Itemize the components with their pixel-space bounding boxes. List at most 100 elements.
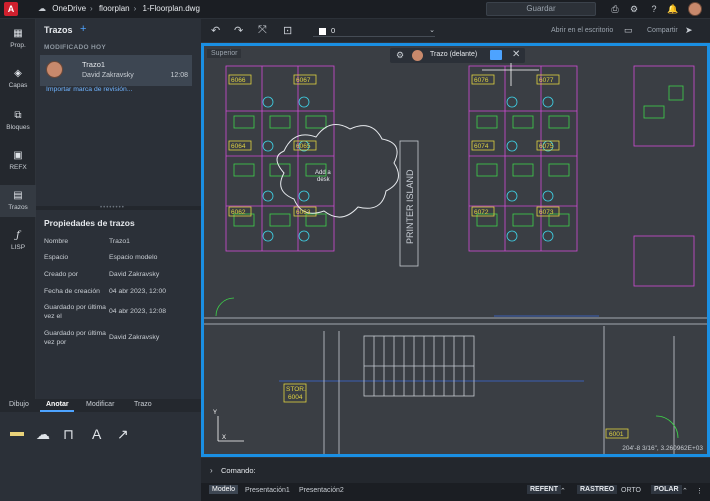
rail-label: Capas [8, 82, 28, 89]
dimension-icon[interactable]: ⊓ [63, 426, 74, 443]
redo-icon[interactable]: ↷ [234, 24, 243, 37]
prop-key: Creado por [44, 271, 79, 278]
trace-time: 12:08 [170, 72, 188, 79]
prop-value: 04 abr 2023, 12:00 [109, 288, 167, 295]
text-icon[interactable]: A [92, 426, 101, 442]
props-title: Propiedades de trazos [44, 218, 135, 228]
monitor-icon[interactable]: ▭ [624, 25, 633, 36]
xref-icon: ▣ [13, 150, 23, 161]
tool-tabs: Dibujo Anotar Modificar Trazo [0, 399, 201, 412]
ortho-button[interactable]: ORTO [621, 487, 641, 494]
osnap-button[interactable]: REFENT [527, 485, 561, 494]
chevron-right-icon: › [210, 466, 213, 475]
chevron-up-icon[interactable]: ⌃ [560, 487, 566, 495]
prop-key: Nombre [44, 238, 69, 245]
breadcrumb-folder[interactable]: floorplan [99, 4, 130, 13]
chevron-down-icon: ⌄ [429, 27, 435, 34]
import-revision-link[interactable]: Importar marca de revisión... [46, 86, 133, 93]
add-trace-icon[interactable]: + [80, 23, 86, 35]
open-desktop-button[interactable]: Abrir en el escritorio [551, 27, 613, 34]
tab-draw[interactable]: Dibujo [9, 401, 29, 408]
room-label: 6064 [231, 143, 246, 150]
tab-layout2[interactable]: Presentación2 [299, 487, 344, 494]
trace-pill-label: Trazo (delante) [430, 51, 478, 58]
trace-card[interactable]: Trazo1 David Zakravsky 12:08 [40, 55, 192, 86]
room-label: 6074 [474, 143, 489, 150]
viewport-label[interactable]: Superior [207, 49, 242, 58]
avatar[interactable] [688, 2, 702, 16]
highlighter-icon[interactable] [10, 432, 24, 436]
share-button[interactable]: Compartir [647, 27, 678, 34]
room-label: 6076 [474, 77, 489, 84]
tab-layout1[interactable]: Presentación1 [245, 487, 290, 494]
trace-user: David Zakravsky [82, 72, 134, 79]
printer-island-label: PRINTER ISLAND [405, 169, 415, 244]
gear-icon[interactable]: ⚙ [628, 3, 640, 15]
rail-item-blocks[interactable]: ⧉ Bloques [0, 105, 36, 137]
tool-palette: ☁ ⊓ A ↗ [0, 412, 201, 501]
trace-view-icon[interactable] [490, 50, 502, 60]
tab-annotate[interactable]: Anotar [46, 401, 69, 408]
send-icon[interactable]: ➤ [685, 25, 693, 36]
traces-panel: Trazos + MODIFICADO HOY Trazo1 David Zak… [36, 19, 201, 399]
revcloud-icon[interactable]: ☁ [36, 426, 50, 443]
prop-value: 04 abr 2023, 12:08 [109, 308, 167, 315]
lisp-icon: ƒ [16, 230, 20, 241]
rail-item-xref[interactable]: ▣ REFX [0, 145, 36, 177]
print-icon[interactable]: ⎙ [609, 3, 621, 15]
stor-label: STOR. [286, 386, 306, 393]
polar-button[interactable]: POLAR [651, 485, 682, 494]
room-label: 6065 [296, 143, 311, 150]
room-label: 6072 [474, 209, 489, 216]
rail-item-lisp[interactable]: ƒ LISP [0, 225, 36, 257]
rail-item-layers[interactable]: ◈ Capas [0, 63, 36, 95]
prop-value: David Zakravsky [109, 334, 160, 341]
more-icon[interactable]: ⋮ [696, 487, 703, 495]
tracking-button[interactable]: RASTREO [577, 485, 618, 494]
tab-trace[interactable]: Trazo [134, 401, 152, 408]
prop-value: Espacio modelo [109, 254, 158, 261]
splitter-grip-icon[interactable]: •••••••• [100, 205, 125, 211]
rail-item-properties[interactable]: ▦ Prop. [0, 23, 36, 55]
notification-icon[interactable]: 🔔 [667, 3, 679, 15]
help-icon[interactable]: ? [648, 3, 660, 15]
zoom-window-icon[interactable]: ⊡ [283, 24, 292, 37]
room-label: 6073 [539, 209, 554, 216]
save-button[interactable]: Guardar [486, 2, 596, 16]
room-label: 6077 [539, 77, 554, 84]
close-icon[interactable]: ✕ [512, 49, 520, 60]
layer-color-icon [319, 27, 326, 35]
rail-item-traces[interactable]: ▤ Trazos [0, 185, 36, 217]
layers-icon: ◈ [14, 68, 22, 79]
rail-label: Trazos [8, 204, 28, 211]
undo-icon[interactable]: ↶ [211, 24, 220, 37]
canvas-toolbar: ↶ ↷ ⤧ ⊡ 0 ⌄ Abrir en el escritorio ▭ Comp… [201, 19, 710, 43]
prop-value: Trazo1 [109, 238, 130, 245]
prop-value: David Zakravsky [109, 271, 160, 278]
prop-key: Guardado por última vez el [44, 304, 106, 320]
breadcrumb-file[interactable]: 1-Floorplan.dwg [143, 4, 200, 13]
command-input[interactable]: Comando: [221, 466, 256, 475]
layer-dropdown[interactable]: 0 ⌄ [313, 24, 435, 37]
command-bar: › Comando: [201, 457, 710, 483]
room-label: 6004 [288, 394, 303, 401]
left-rail: ▦ Prop. ◈ Capas ⧉ Bloques ▣ REFX ▤ Trazos ƒ LI… [0, 19, 36, 399]
room-label: 6066 [231, 77, 246, 84]
rail-label: LISP [10, 244, 26, 251]
tab-modify[interactable]: Modificar [86, 401, 114, 408]
chevron-up-icon[interactable]: ⌃ [682, 487, 688, 495]
drawing-canvas[interactable]: 6066 6067 6064 6065 6062 6063 6076 6077 … [201, 43, 710, 457]
layer-name: 0 [331, 26, 336, 35]
blocks-icon: ⧉ [14, 110, 22, 121]
leader-icon[interactable]: ↗ [117, 426, 129, 443]
floorplan-drawing: 6066 6067 6064 6065 6062 6063 6076 6077 … [204, 62, 707, 454]
room-label: 6075 [539, 143, 554, 150]
properties-icon: ▦ [13, 28, 23, 39]
top-bar: A ☁ OneDrive › floorplan › 1-Floorplan.dwg… [0, 0, 710, 19]
zoom-extents-icon[interactable]: ⤧ [258, 24, 267, 37]
breadcrumb-onedrive[interactable]: OneDrive [52, 4, 86, 13]
room-label: 6063 [296, 209, 311, 216]
tab-model[interactable]: Modelo [209, 485, 238, 494]
panel-title: Trazos [44, 25, 73, 35]
gear-icon[interactable]: ⚙ [396, 50, 404, 61]
